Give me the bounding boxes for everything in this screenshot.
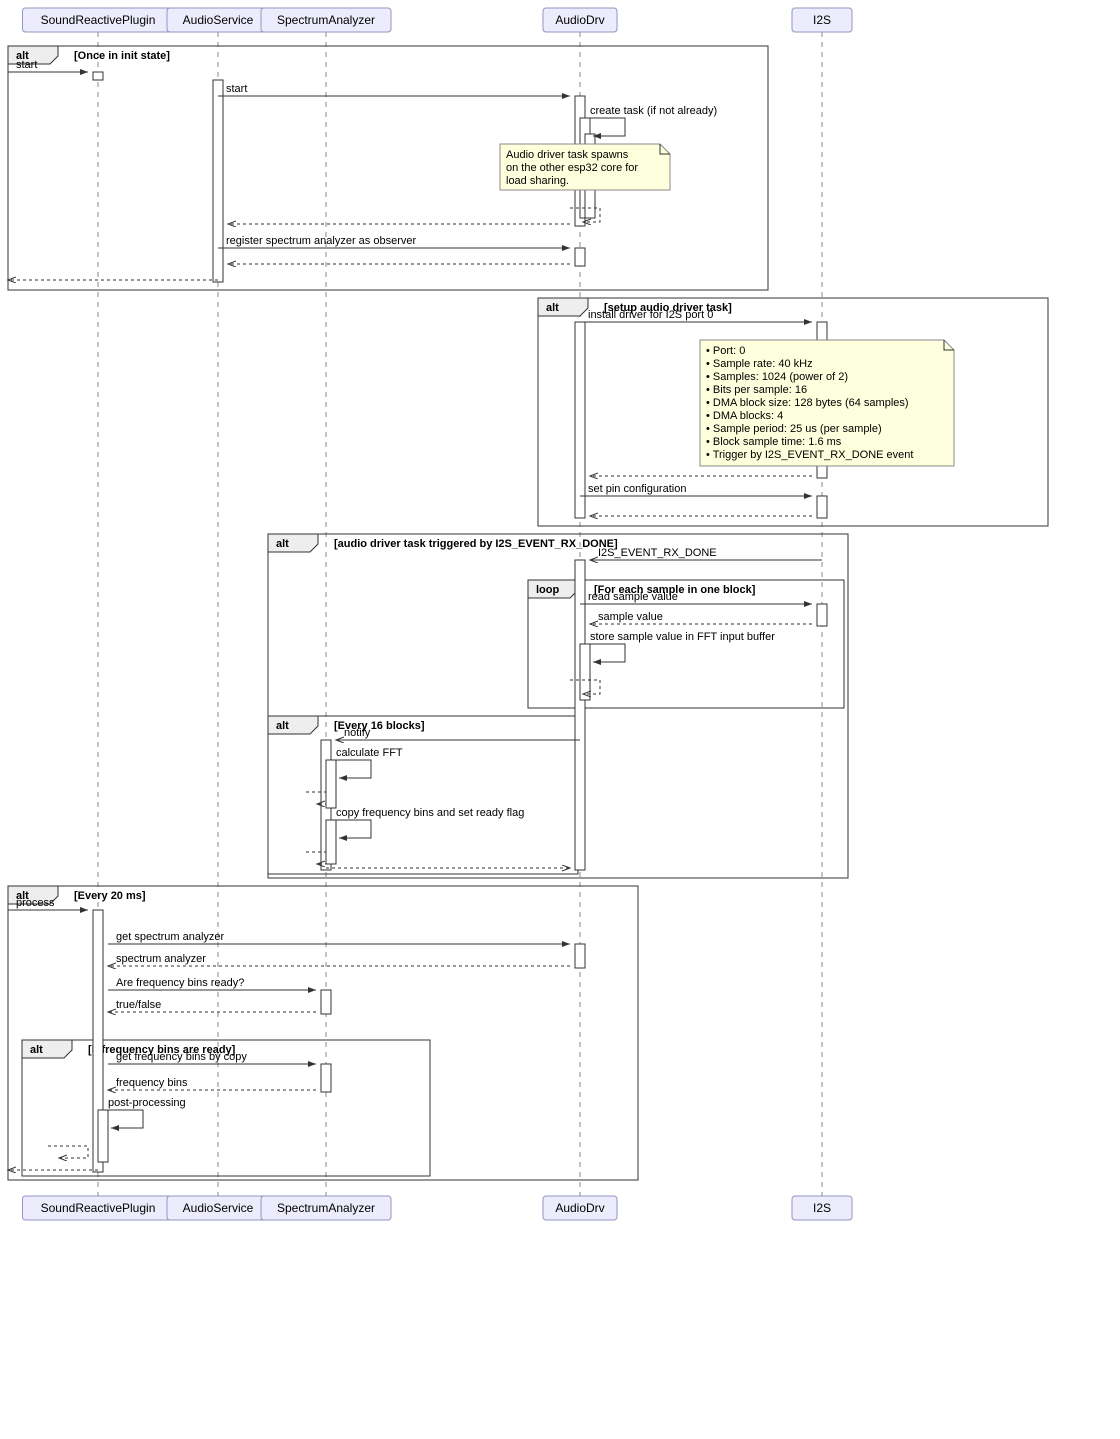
frame-type-f2: alt: [546, 302, 559, 314]
note-line-n2-2: • Samples: 1024 (power of 2): [706, 371, 848, 383]
msg-label-m24: process: [16, 897, 55, 909]
activation-p3: [321, 1064, 331, 1092]
activation-p3: [326, 760, 336, 808]
msg-label-m7: register spectrum analyzer as observer: [226, 235, 416, 247]
frame-type-f4: loop: [536, 584, 559, 596]
activation-p4: [575, 944, 585, 968]
activation-p4: [575, 248, 585, 266]
note-line-n2-1: • Sample rate: 40 kHz: [706, 358, 813, 370]
msg-m31: [103, 1110, 143, 1128]
participant-label-p2: AudioService: [183, 1201, 254, 1215]
frame-cond-f6: [Every 20 ms]: [74, 890, 146, 902]
msg-label-m27: Are frequency bins ready?: [116, 977, 244, 989]
activation-p3: [326, 820, 336, 864]
msg-label-m17: store sample value in FFT input buffer: [590, 631, 775, 643]
msg-label-m19: notify: [344, 727, 371, 739]
frame-cond-f3: [audio driver task triggered by I2S_EVEN…: [334, 538, 618, 550]
note-line-n2-5: • DMA blocks: 4: [706, 410, 783, 422]
frame-type-f5: alt: [276, 720, 289, 732]
participant-label-p2: AudioService: [183, 13, 254, 27]
note-line-n1-2: load sharing.: [506, 175, 569, 187]
msg-label-m3: create task (if not already): [590, 105, 717, 117]
msg-m20: [331, 760, 371, 778]
activation-p1: [98, 1110, 108, 1162]
msg-label-m22: copy frequency bins and set ready flag: [336, 807, 524, 819]
activation-p4: [575, 322, 585, 518]
msg-label-m25: get spectrum analyzer: [116, 931, 225, 943]
note-line-n2-3: • Bits per sample: 16: [706, 384, 807, 396]
activation-p5: [817, 496, 827, 518]
msg-label-m10: install driver for I2S port 0: [588, 309, 713, 321]
participant-label-p5: I2S: [813, 13, 831, 27]
msg-label-m2: start: [226, 83, 247, 95]
note-line-n2-0: • Port: 0: [706, 345, 745, 357]
activation-p4: [580, 644, 590, 700]
msg-m22: [331, 820, 371, 838]
activation-p3: [321, 990, 331, 1014]
participant-label-p1: SoundReactivePlugin: [41, 1201, 156, 1215]
msg-label-m30: frequency bins: [116, 1077, 188, 1089]
msg-m17: [585, 644, 625, 662]
note-line-n1-0: Audio driver task spawns: [506, 149, 629, 161]
frame-type-f3: alt: [276, 538, 289, 550]
msg-label-m15: read sample value: [588, 591, 678, 603]
msg-label-m29: get frequency bins by copy: [116, 1051, 247, 1063]
msg-label-m20: calculate FFT: [336, 747, 403, 759]
msg-label-m31: post-processing: [108, 1097, 186, 1109]
participant-label-p4: AudioDrv: [555, 1201, 604, 1215]
msg-label-m12: set pin configuration: [588, 483, 686, 495]
return-m31: [48, 1146, 88, 1158]
activation-p4: [575, 560, 585, 870]
activation-p5: [817, 604, 827, 626]
frame-type-f7: alt: [30, 1044, 43, 1056]
msg-label-m16: sample value: [598, 611, 663, 623]
note-line-n2-8: • Trigger by I2S_EVENT_RX_DONE event: [706, 449, 913, 461]
activation-p2: [213, 80, 223, 282]
msg-m3: [585, 118, 625, 136]
note-line-n1-1: on the other esp32 core for: [506, 162, 638, 174]
msg-label-m14: I2S_EVENT_RX_DONE: [598, 547, 717, 559]
note-line-n2-6: • Sample period: 25 us (per sample): [706, 423, 882, 435]
participant-label-p3: SpectrumAnalyzer: [277, 13, 375, 27]
participant-label-p5: I2S: [813, 1201, 831, 1215]
msg-label-m26: spectrum analyzer: [116, 953, 206, 965]
participant-label-p4: AudioDrv: [555, 13, 604, 27]
activation-p1: [93, 72, 103, 80]
participant-label-p1: SoundReactivePlugin: [41, 13, 156, 27]
msg-label-m28: true/false: [116, 999, 161, 1011]
participant-label-p3: SpectrumAnalyzer: [277, 1201, 375, 1215]
note-line-n2-7: • Block sample time: 1.6 ms: [706, 436, 842, 448]
frame-cond-f1: [Once in init state]: [74, 50, 170, 62]
sequence-diagram: alt[Once in init state]alt[setup audio d…: [0, 0, 1120, 1240]
msg-label-m1: start: [16, 59, 37, 71]
note-line-n2-4: • DMA block size: 128 bytes (64 samples): [706, 397, 909, 409]
